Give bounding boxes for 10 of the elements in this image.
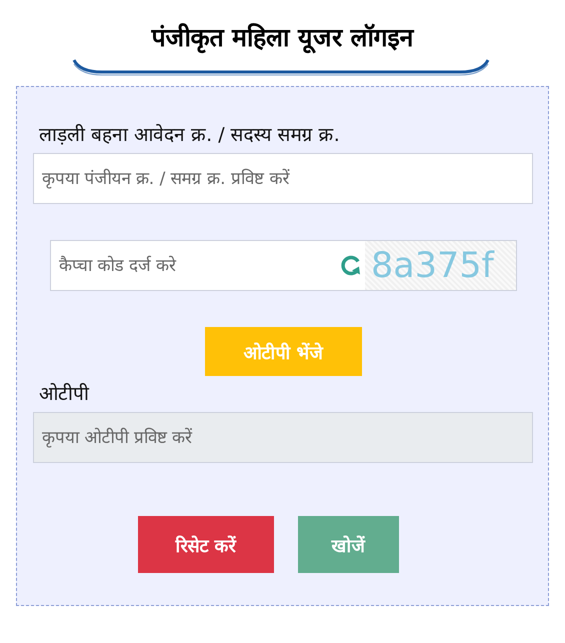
field-label: लाड़ली बहना आवेदन क्र. / सदस्य समग्र क्र. (39, 123, 341, 148)
field-label: ओटीपी (39, 382, 90, 407)
captcha-input-field[interactable]: कैप्चा कोड दर्ज करे (50, 240, 339, 291)
input-field[interactable]: कृपया पंजीयन क्र. / समग्र क्र. प्रविष्ट करें (33, 153, 533, 204)
reset-button[interactable]: रिसेट करें (138, 516, 274, 573)
page-title: पंजीकृत महिला यूजर लॉगइन (151, 22, 414, 56)
send-otp-button[interactable]: ओटीपी भेंजे (204, 327, 362, 376)
search-button[interactable]: खोजें (298, 516, 398, 573)
captcha-code: 8a375f (365, 240, 517, 291)
refresh-icon[interactable] (339, 240, 365, 291)
